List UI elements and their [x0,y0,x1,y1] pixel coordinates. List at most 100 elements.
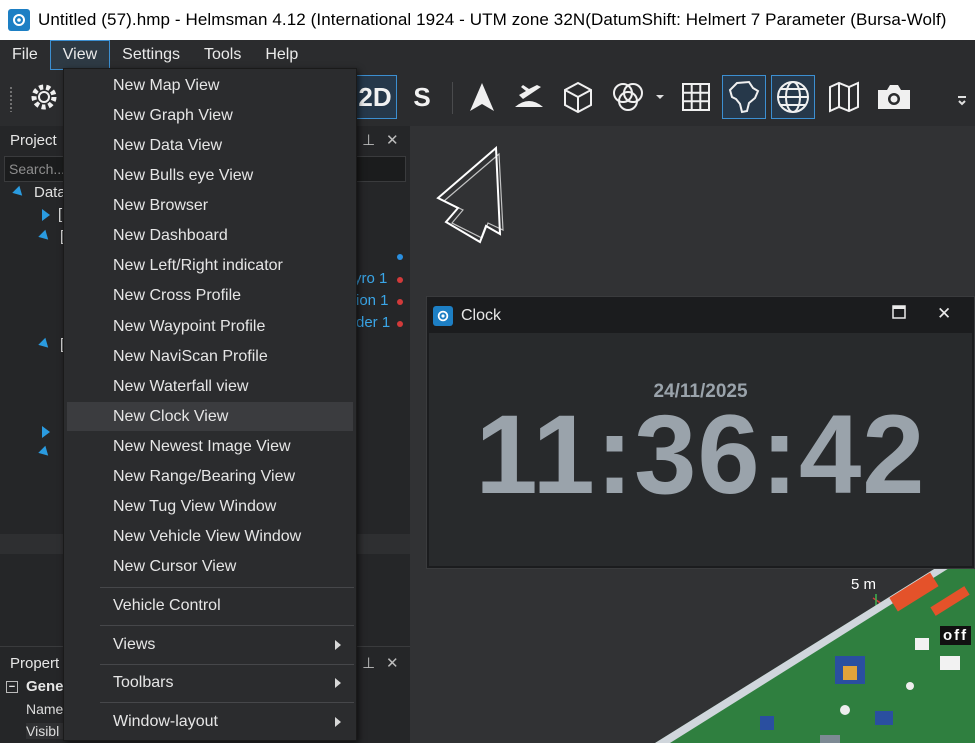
toolbar-separator [452,82,453,114]
menu-item-new-range-bearing-view[interactable]: New Range/Bearing View [67,462,353,491]
menu-item-new-waypoint-profile[interactable]: New Waypoint Profile [67,312,353,341]
pin-icon[interactable]: ⊥ [362,131,375,149]
expand-arrow-icon[interactable] [38,337,52,352]
menu-item-new-cross-profile[interactable]: New Cross Profile [67,281,353,310]
menu-item-new-browser[interactable]: New Browser [67,191,353,220]
tree-node-collapsed[interactable] [42,426,50,438]
menu-item-new-graph-view[interactable]: New Graph View [67,101,353,130]
cube-icon[interactable] [556,75,600,119]
submenu-arrow-icon [335,716,341,727]
menu-settings[interactable]: Settings [110,40,192,70]
project-pane-title: Project [10,131,57,149]
camera-icon[interactable] [872,75,916,119]
clock-window-title: Clock [461,307,502,324]
menu-item-views[interactable]: Views [67,630,353,659]
property-name-label: Name [26,701,64,717]
landing-icon[interactable] [507,75,551,119]
expand-arrow-icon[interactable] [38,229,52,244]
continent-map-icon[interactable] [722,75,766,119]
menu-separator [100,587,354,588]
sensor-item-label[interactable]: yro 1 [354,270,387,287]
menu-item-window-layout[interactable]: Window-layout [67,707,353,736]
close-icon[interactable]: ✕ [386,654,399,672]
menu-item-new-newest-image-view[interactable]: New Newest Image View [67,432,353,461]
pin-icon[interactable]: ⊥ [362,654,375,672]
settings-gear-icon[interactable] [22,75,66,119]
menu-item-new-data-view[interactable]: New Data View [67,131,353,160]
menu-item-new-cursor-view[interactable]: New Cursor View [67,552,353,581]
view-menu-dropdown: New Map View New Graph View New Data Vie… [63,68,357,741]
properties-pane-title: Propert [10,654,60,672]
menu-item-label: Window-layout [113,712,218,730]
menu-item-new-clock-view[interactable]: New Clock View [67,402,353,431]
toolbar-grip[interactable] [9,86,13,112]
tree-node-expanded[interactable]: [ [38,228,64,245]
properties-group-general[interactable]: − Gene [6,678,64,695]
mode-2d-button[interactable]: 2D [353,75,397,119]
menu-item-toolbars[interactable]: Toolbars [67,668,353,697]
sensor-item-label[interactable]: der 1 [356,314,390,331]
menu-item-vehicle-control[interactable]: Vehicle Control [67,591,353,620]
menu-separator [100,625,354,626]
tree-node-expanded[interactable]: [ [38,336,64,353]
clock-window: Clock ✕ 24/11/2025 11:36:42 [426,296,975,569]
collapse-arrow-icon[interactable] [42,208,50,221]
app-icon [433,306,453,326]
menu-item-new-vehicle-view-window[interactable]: New Vehicle View Window [67,522,353,551]
close-icon[interactable]: ✕ [386,131,399,149]
submenu-arrow-icon [335,639,341,650]
tree-node-label: [ [58,206,63,223]
collapse-box-icon[interactable]: − [6,680,18,693]
clock-time: 11:36:42 [475,392,926,517]
menu-separator [100,702,354,703]
tree-node-expanded[interactable] [38,445,52,460]
menu-item-new-naviscan-profile[interactable]: New NaviScan Profile [67,342,353,371]
menu-item-new-dashboard[interactable]: New Dashboard [67,221,353,250]
mode-2d-label: 2D [358,81,392,112]
menu-item-new-left-right-indicator[interactable]: New Left/Right indicator [67,251,353,280]
property-visible-label: Visibl [26,723,66,739]
vessel-model [655,556,975,743]
sensor-status-dot [397,277,403,283]
window-titlebar: Untitled (57).hmp - Helmsman 4.12 (Inter… [0,0,975,40]
menubar: File View Settings Tools Help [0,40,975,70]
close-icon[interactable]: ✕ [937,304,951,324]
properties-group-label: Gene [26,678,64,695]
menu-item-label: Toolbars [113,673,174,691]
app-icon [8,9,30,31]
layers-circles-icon[interactable] [606,75,650,119]
sensor-item-label[interactable]: ion 1 [356,292,389,309]
expand-arrow-icon[interactable] [38,445,52,460]
globe-icon[interactable] [771,75,815,119]
menu-item-new-waterfall-view[interactable]: New Waterfall view [67,372,353,401]
vessel-label: off [940,626,972,645]
grid-icon[interactable] [674,75,718,119]
window-title: Untitled (57).hmp - Helmsman 4.12 (Inter… [38,10,947,29]
menu-item-label: Views [113,635,156,653]
menu-item-new-map-view[interactable]: New Map View [67,71,353,100]
menu-separator [100,664,354,665]
collapse-arrow-icon[interactable] [42,426,50,438]
clock-window-titlebar[interactable]: Clock ✕ [427,297,974,333]
folded-map-icon[interactable] [822,75,866,119]
menu-view[interactable]: View [49,40,111,70]
north-arrow-icon[interactable] [460,75,504,119]
status-dot [397,254,403,260]
menu-help[interactable]: Help [253,40,310,70]
tree-node-data[interactable]: Data [12,184,66,201]
toolbar-overflow-icon[interactable] [952,75,972,119]
submenu-arrow-icon [335,677,341,688]
maximize-icon[interactable] [892,305,906,324]
menu-tools[interactable]: Tools [192,40,253,70]
expand-arrow-icon[interactable] [12,185,26,200]
menu-file[interactable]: File [0,40,50,70]
map-scale-label: 5 m [851,576,877,593]
menu-item-new-tug-view-window[interactable]: New Tug View Window [67,492,353,521]
north-pointer-icon [436,145,504,244]
tree-node-collapsed[interactable]: [ [42,206,62,223]
layers-dropdown-chevron-icon[interactable] [650,75,670,119]
mode-s-button[interactable]: S [400,75,444,119]
menu-item-new-bulls-eye-view[interactable]: New Bulls eye View [67,161,353,190]
sensor-status-dot [397,299,403,305]
tree-node-label: Data [34,184,66,201]
